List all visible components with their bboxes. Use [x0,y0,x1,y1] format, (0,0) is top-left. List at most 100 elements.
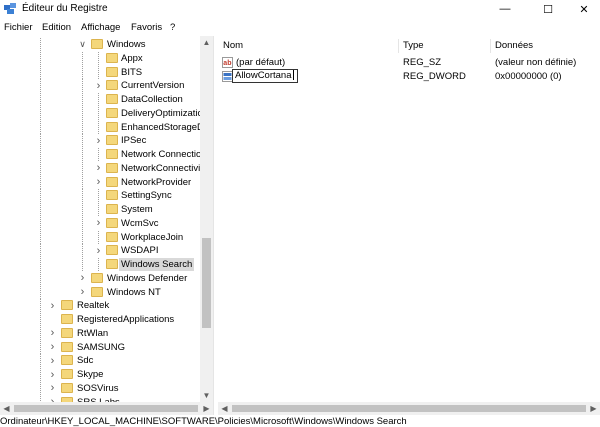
tree-item[interactable]: › IPSec [0,134,200,148]
tree-guide-line [40,285,41,299]
chevron-right-icon[interactable]: › [48,326,57,340]
status-path: Ordinateur\HKEY_LOCAL_MACHINE\SOFTWARE\P… [0,416,407,427]
tree-item[interactable]: › Sdc [0,354,200,368]
tree-item[interactable]: › Windows NT [0,285,200,299]
tree-item[interactable]: Appx [0,51,200,65]
tree-item[interactable]: › SOSVirus [0,381,200,395]
tree-guide-line [40,189,41,203]
folder-icon [106,135,118,146]
folder-icon [106,66,118,77]
maximize-button[interactable]: ☐ [534,0,562,18]
menu-fichier[interactable]: Fichier [4,22,33,33]
tree-guide-line [82,175,83,189]
title-bar: Éditeur du Registre — ☐ ✕ [0,0,600,18]
menu-edition[interactable]: Edition [42,22,71,33]
tree-item[interactable]: › WSDAPI [0,244,200,258]
menu-favoris[interactable]: Favoris [131,22,162,33]
tree-guide-line [40,51,41,65]
rename-input[interactable]: AllowCortana [232,69,298,83]
tree-item[interactable]: › CurrentVersion [0,79,200,93]
tree-item[interactable]: › Realtek [0,299,200,313]
tree-scroll-thumb[interactable] [202,238,211,328]
tree-item[interactable]: Network Connectio [0,148,201,161]
tree-guide-line [40,203,41,216]
chevron-right-icon[interactable]: › [48,340,57,354]
tree-item[interactable]: Windows Search [0,258,200,271]
menu-affichage[interactable]: Affichage [81,22,120,33]
tree-guide-line [82,216,83,230]
value-name: (par défaut) [236,57,286,68]
chevron-right-icon[interactable]: › [94,216,103,230]
registry-key-tree[interactable]: ∨ Windows Appx BITS › CurrentVersion DataColle… [0,36,213,402]
tree-item[interactable]: ∨ Windows [0,38,200,51]
column-divider[interactable] [490,39,491,53]
tree-guide-line [40,65,41,79]
tree-guide-line [40,244,41,258]
tree-guide-line [82,65,83,79]
tree-item[interactable]: WorkplaceJoin [0,230,200,244]
tree-item[interactable]: DataCollection [0,93,200,106]
chevron-right-icon[interactable]: › [94,79,103,93]
tree-item[interactable]: RegisteredApplications [0,313,200,326]
tree-vertical-scrollbar[interactable]: ▲ ▼ [200,36,213,402]
tree-item[interactable]: EnhancedStorageDe [0,120,209,134]
value-row[interactable]: ab (par défaut) REG_SZ (valeur non défin… [218,56,600,70]
tree-item[interactable]: BITS [0,65,200,79]
tree-item[interactable]: › Windows Defender [0,271,200,285]
tree-guide-line [82,244,83,258]
menu-help[interactable]: ? [170,22,175,33]
tree-item-label: SOSVirus [77,382,119,394]
folder-icon [106,259,118,269]
chevron-right-icon[interactable]: › [48,381,57,395]
scroll-up-icon[interactable]: ▲ [200,36,213,49]
tree-item-label: Windows [107,39,146,50]
tree-guide-line [82,189,83,203]
column-header-type[interactable]: Type [403,39,424,53]
scroll-down-icon[interactable]: ▼ [200,389,213,402]
value-row[interactable]: AllowCortana REG_DWORD 0x00000000 (0) [218,69,600,84]
tree-item[interactable]: › NetworkConnectivi [0,161,200,175]
tree-horizontal-scrollbar[interactable]: ◀ ▶ [0,402,213,415]
chevron-right-icon[interactable]: › [94,161,103,175]
scroll-right-icon[interactable]: ▶ [200,402,213,415]
column-header-data[interactable]: Données [495,39,533,53]
scroll-right-icon[interactable]: ▶ [587,402,600,415]
chevron-down-icon[interactable]: ∨ [78,38,87,51]
chevron-right-icon[interactable]: › [94,244,103,258]
tree-item[interactable]: SettingSync [0,189,200,203]
folder-icon [91,39,103,49]
scroll-left-icon[interactable]: ◀ [218,402,231,415]
folder-icon [106,107,118,118]
value-type: REG_DWORD [403,71,466,82]
tree-hscroll-thumb[interactable] [14,405,198,412]
close-button[interactable]: ✕ [570,0,598,18]
minimize-button[interactable]: — [491,0,519,18]
chevron-right-icon[interactable]: › [48,368,57,381]
tree-item[interactable]: › WcmSvc [0,216,200,230]
folder-icon [91,272,103,283]
tree-item[interactable]: › Skype [0,368,200,381]
tree-item[interactable]: › NetworkProvider [0,175,200,189]
tree-guide-line [40,134,41,148]
chevron-right-icon[interactable]: › [48,354,57,368]
tree-guide-line [40,340,41,354]
tree-guide-line [40,271,41,285]
list-horizontal-scrollbar[interactable]: ◀ ▶ [218,402,600,415]
column-divider[interactable] [398,39,399,53]
chevron-right-icon[interactable]: › [94,175,103,189]
values-list[interactable]: Nom Type Données ab (par défaut) REG_SZ … [218,36,600,402]
chevron-right-icon[interactable]: › [78,285,87,299]
tree-item[interactable]: › SAMSUNG [0,340,200,354]
tree-guide-line [82,106,83,120]
tree-item[interactable]: DeliveryOptimizatic [0,106,202,120]
folder-icon [61,355,73,366]
tree-item[interactable]: System [0,203,200,216]
list-hscroll-thumb[interactable] [232,405,586,412]
column-header-name[interactable]: Nom [223,39,243,53]
tree-guide-line [98,65,99,79]
chevron-right-icon[interactable]: › [48,299,57,313]
scroll-left-icon[interactable]: ◀ [0,402,13,415]
chevron-right-icon[interactable]: › [78,271,87,285]
tree-item[interactable]: › RtWlan [0,326,200,340]
chevron-right-icon[interactable]: › [94,134,103,148]
